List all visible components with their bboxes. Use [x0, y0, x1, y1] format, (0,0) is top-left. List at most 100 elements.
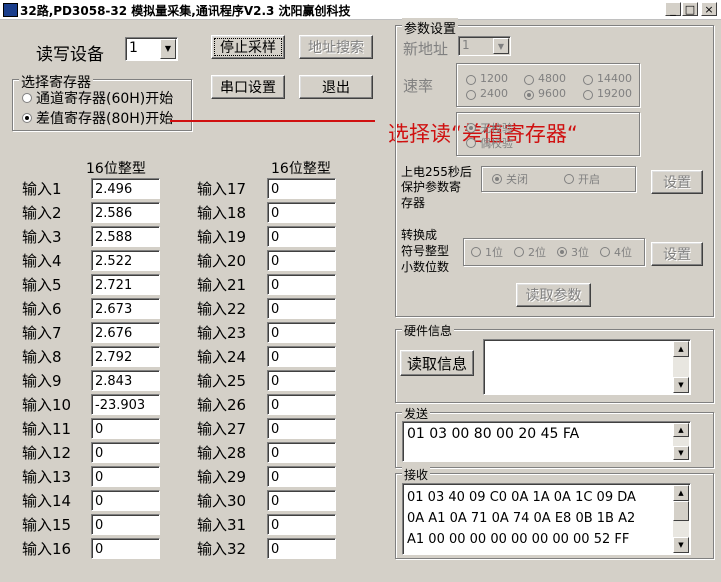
input-value-field[interactable]: 2.843	[91, 370, 160, 391]
input-label: 输入3	[22, 228, 62, 246]
scroll-thumb[interactable]	[673, 501, 689, 521]
radio-baud-2400[interactable]	[466, 90, 476, 100]
maximize-button[interactable]: □	[682, 2, 698, 16]
input-value-field[interactable]: 0	[267, 418, 336, 439]
scroll-down-icon[interactable]: ▼	[673, 537, 689, 553]
radio-baud-9600[interactable]	[524, 90, 534, 100]
radio-power-on[interactable]	[564, 174, 574, 184]
input-value-field[interactable]: 0	[91, 418, 160, 439]
radio-dec-3[interactable]	[557, 247, 567, 257]
receive-scrollbar[interactable]: ▲ ▼	[673, 485, 689, 553]
baud-group	[456, 63, 640, 107]
power-on-label: 开启	[578, 173, 600, 186]
chevron-down-icon[interactable]: ▼	[160, 39, 176, 59]
send-scrollbar[interactable]: ▲ ▼	[673, 423, 689, 460]
input-value-field[interactable]: 0	[267, 322, 336, 343]
radio-baud-19200[interactable]	[583, 90, 593, 100]
baud-4800-label: 4800	[538, 72, 566, 85]
scroll-down-icon[interactable]: ▼	[673, 377, 689, 393]
scroll-up-icon[interactable]: ▲	[673, 423, 689, 437]
address-search-button[interactable]: 地址搜索	[299, 35, 373, 59]
input-value-field[interactable]: 0	[91, 466, 160, 487]
input-label: 输入11	[22, 420, 72, 438]
send-text[interactable]: 01 03 00 80 00 20 45 FA ▲ ▼	[402, 421, 691, 462]
read-params-button[interactable]: 读取参数	[516, 283, 591, 307]
diff-register-label[interactable]: 差值寄存器(80H)开始	[36, 108, 173, 128]
parity-none-label: 无校验	[480, 122, 513, 135]
hardware-scrollbar[interactable]: ▲ ▼	[673, 341, 689, 393]
input-label: 输入2	[22, 204, 62, 222]
radio-dec-1[interactable]	[471, 247, 481, 257]
input-value-field[interactable]: 2.588	[91, 226, 160, 247]
app-icon	[3, 3, 18, 17]
input-value-field[interactable]: 0	[267, 370, 336, 391]
decimal-set-button[interactable]: 设置	[651, 242, 703, 266]
radio-dec-4[interactable]	[600, 247, 610, 257]
device-label: 读写设备	[36, 45, 104, 65]
input-label: 输入28	[197, 444, 247, 462]
input-label: 输入14	[22, 492, 72, 510]
exit-button[interactable]: 退出	[299, 75, 373, 99]
power-set-button[interactable]: 设置	[651, 170, 703, 194]
receive-line: A1 00 00 00 00 00 00 00 00 52 FF	[407, 532, 630, 547]
close-button[interactable]: ×	[701, 2, 717, 16]
scroll-up-icon[interactable]: ▲	[673, 485, 689, 501]
input-value-field[interactable]: 0	[267, 346, 336, 367]
input-value-field[interactable]: 0	[267, 274, 336, 295]
input-value-field[interactable]: 0	[91, 514, 160, 535]
scroll-down-icon[interactable]: ▼	[673, 446, 689, 460]
scroll-up-icon[interactable]: ▲	[673, 341, 689, 357]
input-value-field[interactable]: 0	[267, 178, 336, 199]
dec-3-label: 3位	[571, 246, 589, 259]
new-address-combo[interactable]: 1 ▼	[458, 36, 511, 56]
input-value-field[interactable]: 0	[267, 442, 336, 463]
input-value-field[interactable]: 0	[267, 226, 336, 247]
channel-register-label[interactable]: 通道寄存器(60H)开始	[36, 88, 173, 108]
input-value-field[interactable]: 0	[91, 538, 160, 559]
read-info-button[interactable]: 读取信息	[400, 350, 474, 376]
input-value-field[interactable]: 0	[267, 490, 336, 511]
right-column-header: 16位整型	[271, 161, 331, 177]
radio-diff-register[interactable]	[22, 113, 32, 123]
radio-power-off[interactable]	[492, 174, 502, 184]
radio-parity-even[interactable]	[466, 138, 476, 148]
radio-dec-2[interactable]	[514, 247, 524, 257]
input-value-field[interactable]: 0	[267, 466, 336, 487]
input-value-field[interactable]: -23.903	[91, 394, 160, 415]
input-value-field[interactable]: 0	[267, 298, 336, 319]
input-value-field[interactable]: 2.586	[91, 202, 160, 223]
input-value-field[interactable]: 0	[267, 202, 336, 223]
radio-baud-14400[interactable]	[583, 75, 593, 85]
input-value-field[interactable]: 2.676	[91, 322, 160, 343]
input-label: 输入19	[197, 228, 247, 246]
input-value-field[interactable]: 0	[267, 514, 336, 535]
input-value-field[interactable]: 2.496	[91, 178, 160, 199]
serial-settings-button[interactable]: 串口设置	[211, 75, 285, 99]
device-combo[interactable]: 1 ▼	[125, 37, 178, 61]
input-label: 输入21	[197, 276, 247, 294]
minimize-button[interactable]: _	[665, 2, 681, 16]
input-value-field[interactable]: 0	[91, 442, 160, 463]
chevron-down-icon[interactable]: ▼	[493, 38, 509, 54]
input-value-field[interactable]: 2.673	[91, 298, 160, 319]
input-value-field[interactable]: 2.792	[91, 346, 160, 367]
input-value-field[interactable]: 2.721	[91, 274, 160, 295]
input-value-field[interactable]: 2.522	[91, 250, 160, 271]
stop-sampling-button[interactable]: 停止采样	[211, 35, 285, 59]
input-value-field[interactable]: 0	[267, 250, 336, 271]
input-label: 输入8	[22, 348, 62, 366]
radio-baud-4800[interactable]	[524, 75, 534, 85]
power-off-label: 关闭	[506, 173, 528, 186]
input-value-field[interactable]: 0	[267, 538, 336, 559]
input-label: 输入4	[22, 252, 62, 270]
radio-baud-1200[interactable]	[466, 75, 476, 85]
radio-channel-register[interactable]	[22, 93, 32, 103]
input-value-field[interactable]: 0	[267, 394, 336, 415]
input-value-field[interactable]: 0	[91, 490, 160, 511]
radio-parity-none[interactable]	[466, 123, 476, 133]
new-address-value: 1	[462, 38, 470, 52]
hardware-info-text[interactable]: ▲ ▼	[483, 339, 691, 395]
input-label: 输入22	[197, 300, 247, 318]
title-bar: 32路,PD3058-32 模拟量采集,通讯程序V2.3 沈阳赢创科技 _ □ …	[0, 0, 721, 20]
receive-text[interactable]: 01 03 40 09 C0 0A 1A 0A 1C 09 DA 0A A1 0…	[402, 483, 691, 555]
